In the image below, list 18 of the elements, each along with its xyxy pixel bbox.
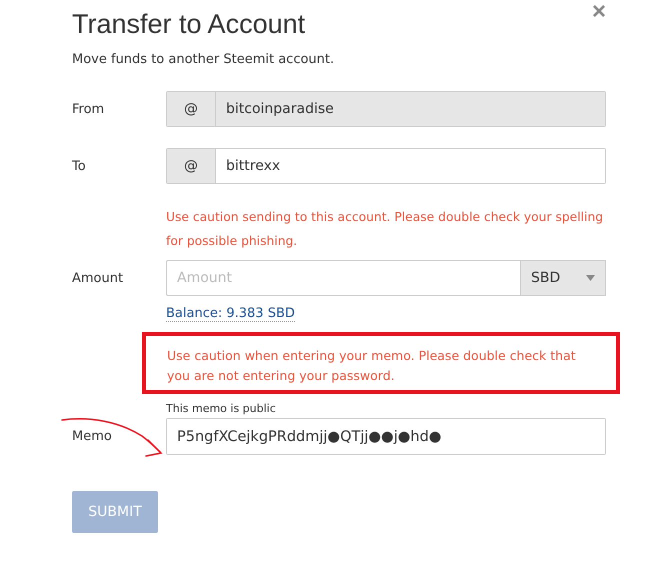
phishing-warning: Use caution sending to this account. Please double check your spelling for possible phishing. <box>166 209 604 250</box>
field-label: Memo <box>72 429 113 444</box>
dialog-title: Transfer to Account <box>72 8 306 41</box>
memo-warning: Use caution when entering your memo. Please double check that you are not entering your password. <box>167 347 577 385</box>
field-label: To <box>72 158 87 174</box>
field-label: Amount <box>72 270 124 286</box>
balance-link[interactable]: Balance: 9.383 SBD <box>166 306 295 322</box>
caret-icon <box>586 275 595 281</box>
memo-hint: This memo is public <box>166 402 277 415</box>
asset-dropdown[interactable]: SBD <box>520 260 606 296</box>
field-label: From <box>72 102 106 116</box>
close-button[interactable]: × <box>588 0 610 26</box>
memo-field[interactable]: P5ngfXCejkgPRddmjj●QTjj●●j●hd● <box>167 419 605 454</box>
at-prefix: @ <box>167 149 216 183</box>
dialog-subtitle: Move funds to another Steemit account. <box>72 52 336 67</box>
account-field[interactable]: @ bittrexx <box>166 148 606 184</box>
amount-field[interactable]: Amount <box>166 260 520 296</box>
at-prefix: @ <box>167 92 216 126</box>
